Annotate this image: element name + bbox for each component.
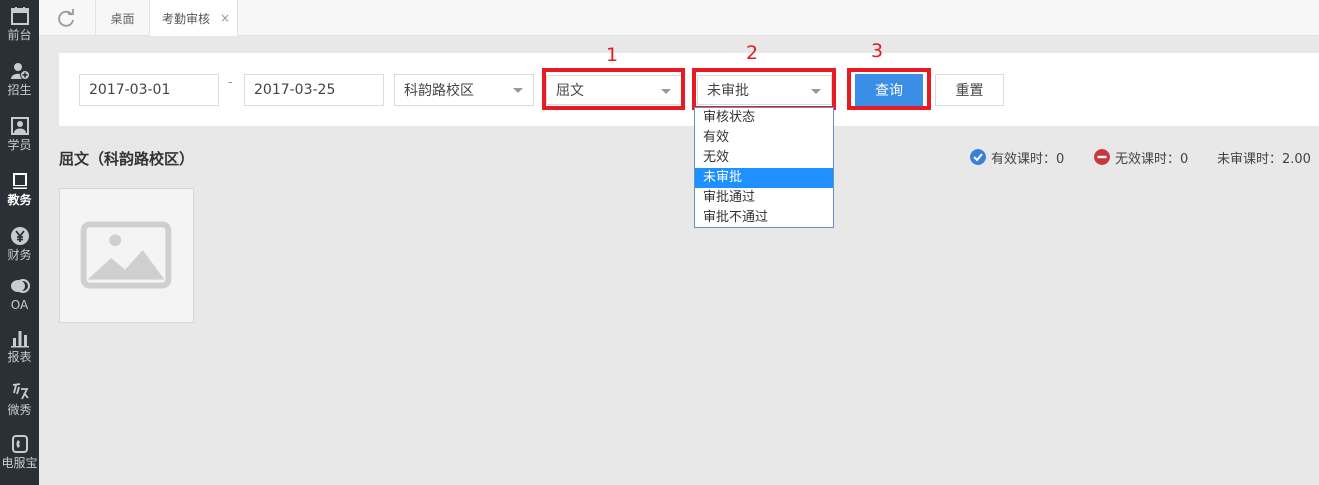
- phone-icon: [11, 435, 28, 453]
- sidebar-item-label: 前台: [7, 28, 32, 42]
- image-placeholder-icon: [80, 221, 172, 289]
- sidebar-item-phone-service[interactable]: 电服宝: [0, 428, 39, 478]
- chevron-down-icon: [513, 88, 523, 93]
- sidebar-item-label: 报表: [7, 350, 32, 364]
- campus-select[interactable]: 科韵路校区: [394, 74, 534, 106]
- book-icon: [12, 173, 27, 189]
- sidebar-item-label: 教务: [7, 193, 32, 207]
- valid-hours-text: 有效课时：0: [991, 151, 1065, 167]
- invalid-hours-stat: 无效课时：0: [1094, 148, 1189, 167]
- status-option[interactable]: 有效: [695, 128, 833, 148]
- sidebar-item-students[interactable]: 学员: [0, 110, 39, 160]
- sidebar: 前台 招生 学员 教务 财务 OA 报表 微秀 电服宝: [0, 0, 39, 485]
- student-icon: [10, 117, 29, 135]
- status-dropdown: 审核状态 有效 无效 未审批 审批通过 审批不通过: [694, 107, 834, 228]
- status-option[interactable]: 审批不通过: [695, 208, 833, 228]
- sidebar-item-label: OA: [10, 298, 29, 312]
- sidebar-item-label: 学员: [7, 138, 32, 152]
- tab-label: 考勤审核: [162, 11, 211, 26]
- close-icon[interactable]: ×: [220, 11, 230, 25]
- teacher-title: 屈文（科韵路校区）: [59, 150, 195, 168]
- status-option[interactable]: 审批通过: [695, 188, 833, 208]
- status-option[interactable]: 审核状态: [695, 108, 833, 128]
- invalid-hours-text: 无效课时：0: [1115, 151, 1189, 167]
- annotation-box-3: [847, 68, 931, 110]
- avatar: [59, 188, 194, 323]
- add-user-icon: [10, 63, 30, 80]
- unapproved-hours-stat: 未审课时：2.00: [1217, 148, 1311, 167]
- chat-icon: [10, 279, 30, 293]
- annotation-number: 3: [871, 40, 884, 62]
- sidebar-item-academic[interactable]: 教务: [0, 165, 39, 215]
- minus-circle-icon: [1094, 149, 1110, 165]
- tab-attendance-review[interactable]: 考勤审核 ×: [149, 0, 238, 36]
- end-date-input[interactable]: 2017-03-25: [244, 74, 384, 106]
- tab-label: 桌面: [110, 11, 135, 26]
- unapproved-hours-text: 未审课时：2.00: [1217, 151, 1311, 167]
- sidebar-item-oa[interactable]: OA: [0, 270, 39, 320]
- annotation-number: 1: [606, 44, 619, 66]
- annotation-box-1: [542, 68, 685, 110]
- start-date-input[interactable]: 2017-03-01: [79, 74, 219, 106]
- yen-icon: [10, 227, 29, 245]
- tab-bar: 桌面 考勤审核 ×: [39, 0, 1319, 36]
- campus-value: 科韵路校区: [404, 83, 474, 99]
- sidebar-item-label: 微秀: [7, 403, 32, 417]
- status-option-selected[interactable]: 未审批: [695, 168, 833, 188]
- sidebar-item-enrollment[interactable]: 招生: [0, 55, 39, 105]
- calendar-icon: [10, 7, 29, 25]
- sidebar-item-front-desk[interactable]: 前台: [0, 0, 39, 50]
- check-circle-icon: [970, 149, 986, 165]
- sidebar-item-label: 财务: [7, 248, 32, 262]
- tab-desktop[interactable]: 桌面: [95, 0, 149, 36]
- sidebar-item-weixiu[interactable]: 微秀: [0, 375, 39, 425]
- sidebar-item-label: 电服宝: [1, 456, 38, 470]
- sidebar-item-reports[interactable]: 报表: [0, 322, 39, 372]
- reset-button[interactable]: 重置: [935, 74, 1004, 106]
- bar-chart-icon: [10, 331, 29, 348]
- sidebar-item-finance[interactable]: 财务: [0, 220, 39, 270]
- sidebar-item-label: 招生: [7, 83, 32, 97]
- annotation-number: 2: [746, 42, 759, 64]
- status-option[interactable]: 无效: [695, 148, 833, 168]
- filter-panel: 2017-03-01 - 2017-03-25 科韵路校区 屈文 未审批 查询 …: [59, 53, 1319, 126]
- valid-hours-stat: 有效课时：0: [970, 148, 1065, 167]
- annotation-box-2: [692, 68, 836, 110]
- xiu-icon: [12, 383, 29, 400]
- refresh-icon[interactable]: [55, 8, 77, 30]
- date-separator: -: [228, 75, 233, 89]
